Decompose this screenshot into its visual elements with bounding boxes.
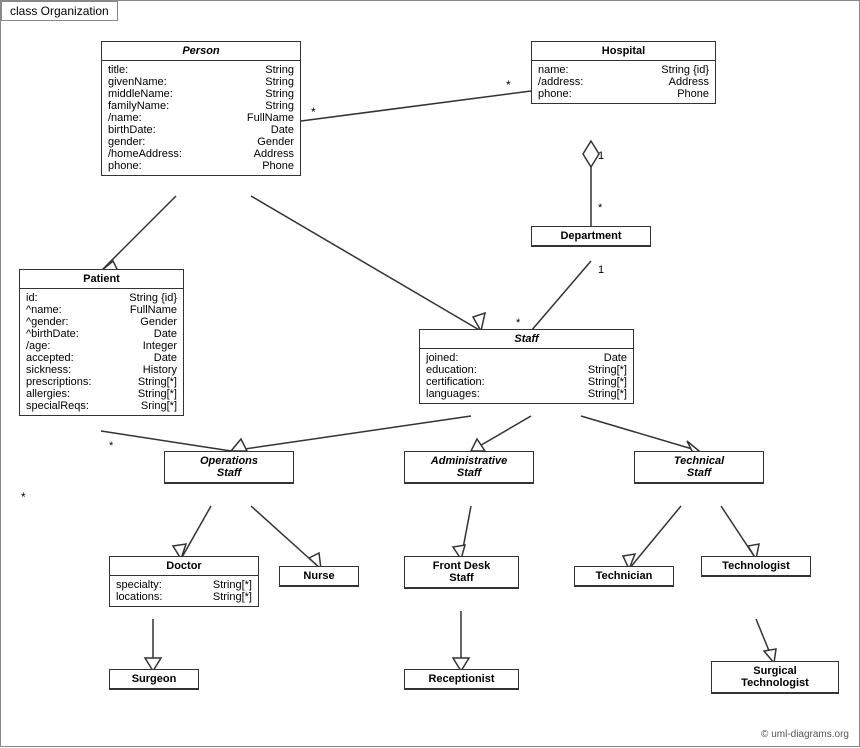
svg-text:*: * — [21, 490, 26, 504]
receptionist-title: Receptionist — [405, 670, 518, 689]
person-body: title:String givenName:String middleName… — [102, 61, 300, 175]
staff-title: Staff — [420, 330, 633, 349]
surgeon-title: Surgeon — [110, 670, 198, 689]
doctor-class: Doctor specialty:String[*] locations:Str… — [109, 556, 259, 607]
surgical-technologist-class: SurgicalTechnologist — [711, 661, 839, 694]
person-class: Person title:String givenName:String mid… — [101, 41, 301, 176]
diagram-title: class Organization — [1, 1, 118, 21]
front-desk-staff-class: Front DeskStaff — [404, 556, 519, 589]
operations-staff-title: OperationsStaff — [165, 452, 293, 483]
patient-title: Patient — [20, 270, 183, 289]
doctor-body: specialty:String[*] locations:String[*] — [110, 576, 258, 606]
person-title: Person — [102, 42, 300, 61]
patient-body: id:String {id} ^name:FullName ^gender:Ge… — [20, 289, 183, 415]
staff-body: joined:Date education:String[*] certific… — [420, 349, 633, 403]
technical-staff-title: TechnicalStaff — [635, 452, 763, 483]
svg-text:*: * — [109, 440, 114, 452]
technician-title: Technician — [575, 567, 673, 586]
nurse-title: Nurse — [280, 567, 358, 586]
svg-text:*: * — [516, 317, 521, 329]
department-class: Department — [531, 226, 651, 247]
receptionist-class: Receptionist — [404, 669, 519, 690]
nurse-class: Nurse — [279, 566, 359, 587]
technologist-title: Technologist — [702, 557, 810, 576]
hospital-class: Hospital name:String {id} /address:Addre… — [531, 41, 716, 104]
svg-text:*: * — [598, 202, 603, 214]
surgical-technologist-title: SurgicalTechnologist — [712, 662, 838, 693]
svg-text:*: * — [311, 105, 316, 119]
svg-text:1: 1 — [598, 150, 604, 162]
operations-staff-class: OperationsStaff — [164, 451, 294, 484]
technologist-class: Technologist — [701, 556, 811, 577]
staff-class: Staff joined:Date education:String[*] ce… — [419, 329, 634, 404]
admin-staff-title: AdministrativeStaff — [405, 452, 533, 483]
department-title: Department — [532, 227, 650, 246]
front-desk-staff-title: Front DeskStaff — [405, 557, 518, 588]
hospital-title: Hospital — [532, 42, 715, 61]
doctor-title: Doctor — [110, 557, 258, 576]
svg-text:1: 1 — [598, 264, 604, 276]
admin-staff-class: AdministrativeStaff — [404, 451, 534, 484]
copyright: © uml-diagrams.org — [761, 729, 849, 740]
diagram-container: class Organization * * 1 * 1 * * — [0, 0, 860, 747]
surgeon-class: Surgeon — [109, 669, 199, 690]
hospital-body: name:String {id} /address:Address phone:… — [532, 61, 715, 103]
technician-class: Technician — [574, 566, 674, 587]
patient-class: Patient id:String {id} ^name:FullName ^g… — [19, 269, 184, 416]
svg-text:*: * — [506, 78, 511, 92]
technical-staff-class: TechnicalStaff — [634, 451, 764, 484]
